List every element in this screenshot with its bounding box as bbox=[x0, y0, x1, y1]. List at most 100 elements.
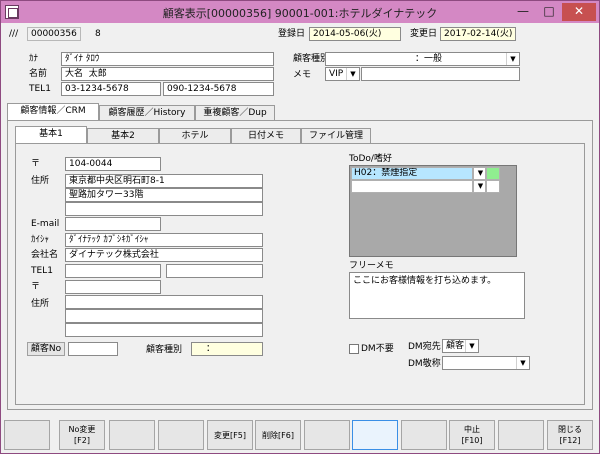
tab-date-memo[interactable]: 日付メモ bbox=[231, 128, 301, 143]
customer-no-field[interactable] bbox=[68, 342, 118, 356]
fkey-f9[interactable] bbox=[401, 420, 447, 450]
fkey-f10-label: 中止 bbox=[464, 425, 480, 434]
fkey-f4[interactable] bbox=[158, 420, 204, 450]
name-label: 名前 bbox=[29, 69, 48, 79]
fkey-f7[interactable] bbox=[304, 420, 350, 450]
updated-date-field: 2017-02-14(火) bbox=[440, 27, 516, 41]
first-name: 太郎 bbox=[88, 69, 107, 79]
chevron-down-icon: ▼ bbox=[506, 53, 519, 65]
zip-field[interactable]: 104-0044 bbox=[65, 157, 161, 171]
fkey-f2-key: [F2] bbox=[74, 436, 90, 445]
fkey-f11[interactable] bbox=[498, 420, 544, 450]
address-label: 住所 bbox=[31, 176, 50, 186]
company-tel-label: TEL1 bbox=[31, 266, 53, 276]
company-name-field[interactable]: ダイナテック株式会社 bbox=[65, 248, 263, 262]
chevron-down-icon: ▼ bbox=[346, 68, 359, 80]
fkey-f6[interactable]: 削除[F6] bbox=[255, 420, 301, 450]
dm-honorific-select[interactable]: ▼ bbox=[442, 356, 530, 370]
updated-date-label: 変更日 bbox=[410, 29, 438, 39]
todo-label: ToDo/嗜好 bbox=[349, 154, 392, 164]
todo-row-1-color bbox=[486, 167, 500, 180]
header-mark: /// bbox=[9, 29, 19, 39]
dm-destination-label: DM宛先 bbox=[408, 342, 441, 352]
email-label: E-mail bbox=[31, 219, 60, 229]
free-memo-textarea[interactable]: ここにお客様情報を打ち込めます。 bbox=[349, 272, 525, 319]
registered-date-label: 登録日 bbox=[278, 29, 306, 39]
company-kana-field[interactable]: ﾀﾞｲﾅﾃｯｸ ｶﾌﾞｼｷｶﾞｲｼｬ bbox=[65, 233, 263, 247]
dm-destination-select[interactable]: 顧客 ▼ bbox=[442, 339, 479, 353]
no-dm-label: DM不要 bbox=[361, 344, 394, 354]
memo-label: メモ bbox=[293, 70, 312, 80]
email-field[interactable] bbox=[65, 217, 161, 231]
fkey-f2[interactable]: No変更 [F2] bbox=[59, 420, 105, 450]
kind-field: ： bbox=[191, 342, 263, 356]
todo-row-2-color bbox=[486, 180, 500, 193]
todo-row-2[interactable] bbox=[351, 180, 473, 193]
record-count: 8 bbox=[95, 29, 101, 39]
close-button[interactable]: ✕ bbox=[562, 3, 596, 21]
free-memo-label: フリーメモ bbox=[349, 261, 394, 271]
title-bar[interactable]: 顧客表示[00000356] 90001-001:ホテルダイナテック — □ ✕ bbox=[1, 1, 599, 23]
company-kana-label: ｶｲｼｬ bbox=[31, 235, 50, 245]
fkey-f12-key: [F12] bbox=[559, 436, 581, 445]
app-window: 顧客表示[00000356] 90001-001:ホテルダイナテック — □ ✕… bbox=[0, 0, 600, 454]
tel1-field[interactable]: 03-1234-5678 bbox=[61, 82, 161, 96]
fkey-f8[interactable] bbox=[352, 420, 398, 450]
company-address-label: 住所 bbox=[31, 299, 50, 309]
customer-type-value: ：一般 bbox=[415, 54, 443, 64]
company-tel1-field[interactable] bbox=[65, 264, 161, 278]
company-address2-field[interactable] bbox=[65, 309, 263, 323]
customer-type-label: 顧客種別 bbox=[293, 54, 330, 64]
todo-row-1[interactable]: H02：禁煙指定 bbox=[351, 167, 473, 180]
company-address3-field[interactable] bbox=[65, 323, 263, 337]
fkey-f12[interactable]: 閉じる [F12] bbox=[547, 420, 593, 450]
fkey-f12-label: 閉じる bbox=[558, 425, 582, 434]
tab-basic2[interactable]: 基本2 bbox=[87, 128, 159, 143]
tel1-label: TEL1 bbox=[29, 84, 51, 94]
fkey-f2-label: No変更 bbox=[68, 425, 96, 434]
last-name: 大名 bbox=[65, 69, 84, 79]
customer-no-button[interactable]: 顧客No bbox=[27, 342, 65, 356]
kana-name-field[interactable]: ﾀﾞｲﾅ ﾀﾛｳ bbox=[61, 52, 274, 66]
company-address1-field[interactable] bbox=[65, 295, 263, 309]
fkey-f1[interactable] bbox=[4, 420, 50, 450]
memo-value: VIP bbox=[329, 69, 344, 79]
fkey-f10[interactable]: 中止 [F10] bbox=[449, 420, 495, 450]
kana-label: ｶﾅ bbox=[29, 54, 39, 64]
company-zip-label: 〒 bbox=[31, 282, 41, 292]
registered-date-field: 2014-05-06(火) bbox=[309, 27, 401, 41]
chevron-down-icon[interactable]: ▼ bbox=[473, 167, 486, 180]
tab-customer-history[interactable]: 顧客履歴／History bbox=[99, 105, 195, 120]
maximize-button[interactable]: □ bbox=[536, 3, 562, 21]
company-name-label: 会社名 bbox=[31, 250, 59, 260]
memo-select[interactable]: VIP ▼ bbox=[325, 67, 360, 81]
company-tel2-field[interactable] bbox=[166, 264, 263, 278]
dm-destination-value: 顧客 bbox=[446, 341, 465, 351]
tab-customer-info[interactable]: 顧客情報／CRM bbox=[7, 103, 99, 120]
fkey-f5[interactable]: 変更[F5] bbox=[207, 420, 253, 450]
name-field[interactable]: 大名 太郎 bbox=[61, 67, 274, 81]
fkey-f5-label: 変更[F5] bbox=[214, 430, 246, 440]
address1-field[interactable]: 東京都中央区明石町8-1 bbox=[65, 174, 263, 188]
fkey-f3[interactable] bbox=[109, 420, 155, 450]
tab-duplicate-customer[interactable]: 重複顧客／Dup bbox=[195, 105, 275, 120]
kind-label: 顧客種別 bbox=[146, 345, 183, 355]
minimize-button[interactable]: — bbox=[510, 3, 536, 21]
zip-label: 〒 bbox=[31, 159, 41, 169]
chevron-down-icon: ▼ bbox=[516, 357, 529, 369]
tab-hotel[interactable]: ホテル bbox=[159, 128, 231, 143]
address2-field[interactable]: 聖路加タワー33階 bbox=[65, 188, 263, 202]
address3-field[interactable] bbox=[65, 202, 263, 216]
todo-grid[interactable]: H02：禁煙指定 ▼ ▼ bbox=[349, 165, 517, 257]
no-dm-checkbox[interactable] bbox=[349, 344, 359, 354]
tel2-field[interactable]: 090-1234-5678 bbox=[163, 82, 274, 96]
memo-text-field[interactable] bbox=[361, 67, 520, 81]
tab-file-management[interactable]: ファイル管理 bbox=[301, 128, 371, 143]
tab-basic1[interactable]: 基本1 bbox=[15, 126, 87, 143]
fkey-f10-key: [F10] bbox=[461, 436, 483, 445]
fkey-f6-label: 削除[F6] bbox=[262, 430, 294, 440]
customer-type-select[interactable]: ：一般 ▼ bbox=[325, 52, 520, 66]
chevron-down-icon[interactable]: ▼ bbox=[473, 180, 486, 193]
company-zip-field[interactable] bbox=[65, 280, 161, 294]
record-id-field: 00000356 bbox=[27, 27, 81, 41]
